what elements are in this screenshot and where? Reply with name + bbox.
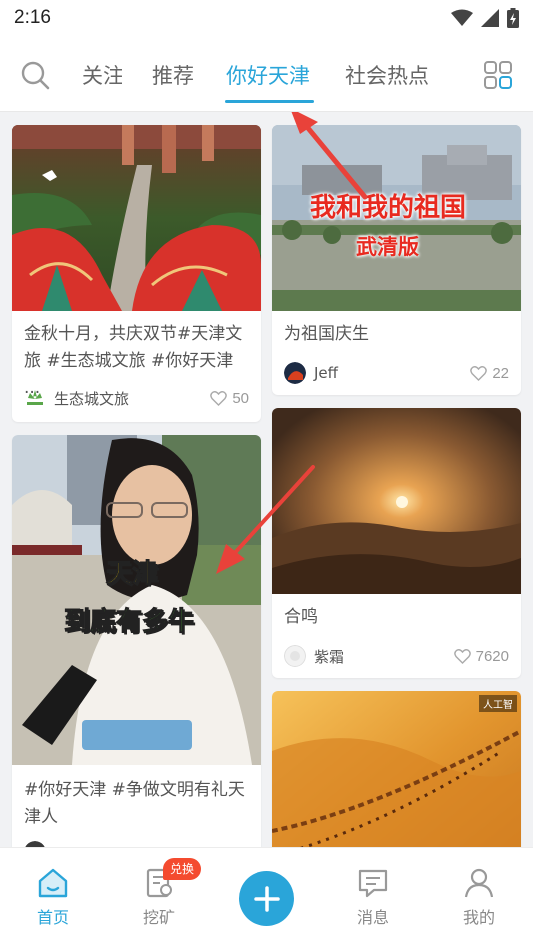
heart-icon <box>470 365 488 381</box>
card-title: #你好天津 #争做文明有礼天津人 <box>24 780 245 827</box>
nav-profile[interactable]: 我的 <box>439 866 519 928</box>
card-cover-image <box>272 408 521 594</box>
like-count[interactable]: 7620 <box>453 647 509 665</box>
wifi-icon <box>451 9 473 26</box>
feed-card[interactable]: 我和我的祖国 武清版 为祖国庆生 Jeff 22 <box>272 125 521 395</box>
card-meta: 生态城文旅 50 <box>24 385 249 411</box>
heart-icon <box>453 648 471 664</box>
author-name: 生态城文旅 <box>54 389 130 408</box>
tab-recommended[interactable]: 推荐 <box>152 60 194 90</box>
author-avatar <box>27 390 43 405</box>
author-name: Jeff <box>314 364 338 382</box>
home-icon <box>38 868 68 898</box>
like-count-value: 50 <box>232 389 249 407</box>
grid-icon[interactable] <box>483 60 513 90</box>
card-cover-image: 人工智 <box>272 691 521 847</box>
nav-messages-label: 消息 <box>356 908 389 927</box>
active-tab-indicator <box>225 100 314 103</box>
author-avatar <box>284 645 306 667</box>
cover-overlay-title: 天津 <box>105 559 159 590</box>
feed-card[interactable]: 天津 到底有多牛 #你好天津 #争做文明有礼天津人 <box>12 435 261 847</box>
card-meta: Jeff 22 <box>284 360 509 386</box>
cover-overlay-subtitle: 到底有多牛 <box>63 607 195 638</box>
tab-following[interactable]: 关注 <box>80 60 122 90</box>
card-cover-image: 天津 到底有多牛 <box>12 435 261 765</box>
exchange-badge[interactable]: 兑换 <box>163 858 202 880</box>
like-count[interactable]: 22 <box>470 365 509 382</box>
card-meta <box>24 839 249 847</box>
content-feed[interactable]: 金秋十月，共庆双节#天津文旅 #生态城文旅 #你好天津 ... 生态城文旅 50 <box>0 112 533 847</box>
feed-card[interactable]: 合鸣 紫霜 7620 <box>272 408 521 678</box>
feed-card[interactable]: 人工智 <box>272 691 521 847</box>
tab-social-hotspot[interactable]: 社会热点 <box>345 60 429 90</box>
publish-button[interactable] <box>239 871 294 926</box>
card-title: 合鸣 <box>284 607 318 627</box>
status-time: 2:16 <box>14 7 51 28</box>
author-avatar <box>284 362 306 384</box>
signal-icon <box>481 9 499 27</box>
nav-home-label: 首页 <box>36 908 69 927</box>
cover-overlay-title: 我和我的祖国 <box>310 193 467 223</box>
plus-icon <box>253 885 280 912</box>
bottom-nav-bar: 首页 挖矿 兑换 消息 我的 <box>0 847 533 947</box>
nav-home[interactable]: 首页 <box>13 866 93 928</box>
status-icons <box>451 8 519 28</box>
heart-icon <box>210 390 228 406</box>
message-icon <box>358 869 388 898</box>
battery-icon <box>507 8 519 28</box>
feed-card[interactable]: 金秋十月，共庆双节#天津文旅 #生态城文旅 #你好天津 ... 生态城文旅 50 <box>12 125 261 422</box>
search-icon[interactable] <box>20 60 50 90</box>
nav-profile-label: 我的 <box>462 908 495 927</box>
nav-mining-label: 挖矿 <box>142 908 175 927</box>
top-tab-bar: 关注 推荐 你好天津 社会热点 <box>0 36 533 112</box>
profile-icon <box>464 868 494 898</box>
cover-overlay-tag: 人工智 <box>479 695 517 712</box>
like-count-value: 22 <box>492 364 509 382</box>
nav-messages[interactable]: 消息 <box>333 866 413 928</box>
like-count-value: 7620 <box>475 647 509 665</box>
cover-overlay-subtitle: 武清版 <box>356 234 419 259</box>
card-cover-image: 我和我的祖国 武清版 <box>272 125 521 311</box>
like-count[interactable]: 50 <box>210 390 249 407</box>
status-bar: 2:16 <box>0 0 533 36</box>
tab-hello-tianjin[interactable]: 你好天津 <box>226 60 310 90</box>
card-cover-image <box>12 125 261 311</box>
card-meta: 紫霜 7620 <box>284 643 509 669</box>
card-title: 为祖国庆生 <box>284 324 369 344</box>
author-name: 紫霜 <box>314 647 345 666</box>
